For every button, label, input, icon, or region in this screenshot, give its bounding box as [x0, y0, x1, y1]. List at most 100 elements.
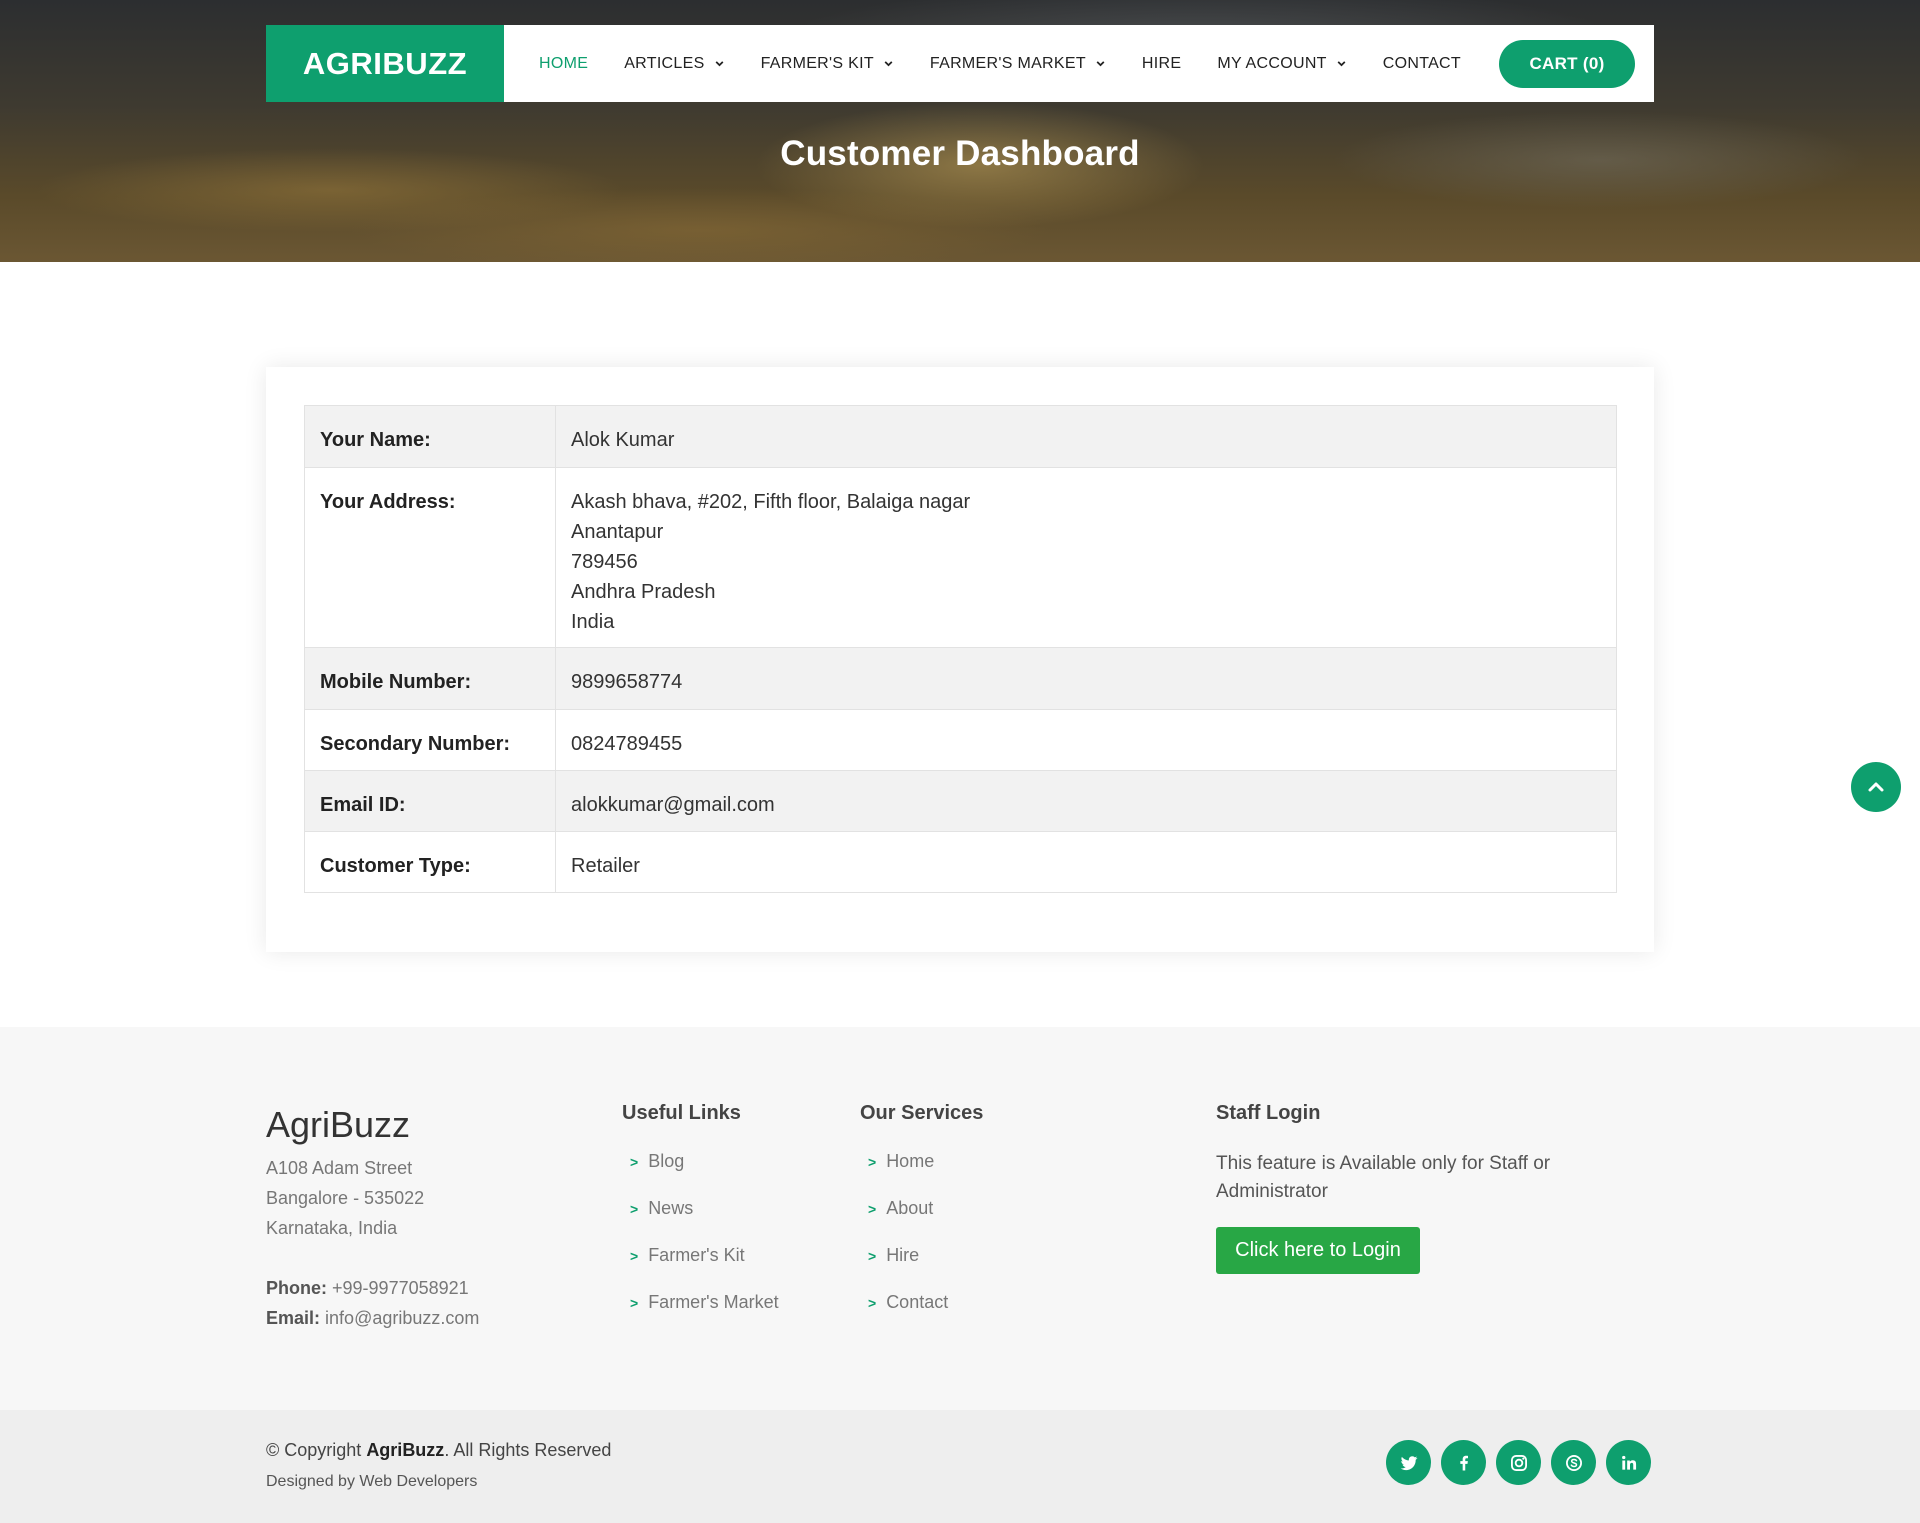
facebook-icon	[1459, 1455, 1468, 1470]
table-row: Customer Type: Retailer	[304, 831, 1617, 893]
footer-address: A108 Adam Street Bangalore - 535022 Karn…	[266, 1153, 424, 1243]
footer-link-label: Home	[886, 1151, 935, 1171]
address-line: 789456	[571, 551, 638, 573]
nav-item-farmers-kit[interactable]: FARMER'S KIT	[743, 25, 912, 102]
useful-links-title: Useful Links	[622, 1102, 741, 1124]
bottom-bar: © Copyright AgriBuzz. All Rights Reserve…	[0, 1410, 1920, 1523]
table-row: Your Address: Akash bhava, #202, Fifth f…	[304, 467, 1617, 648]
row-label: Your Name:	[320, 429, 431, 451]
nav-item-hire[interactable]: HIRE	[1124, 25, 1199, 102]
row-label: Email ID:	[320, 794, 406, 816]
footer-service-about[interactable]: > About	[860, 1185, 948, 1232]
logo[interactable]: AGRIBUZZ	[266, 25, 504, 102]
nav-item-label: CONTACT	[1382, 54, 1461, 72]
chevron-up-icon	[1868, 782, 1884, 792]
instagram-button[interactable]	[1496, 1440, 1541, 1485]
chevron-right-icon: >	[630, 1153, 639, 1170]
email-value: alokkumar@gmail.com	[571, 794, 775, 816]
copyright-prefix: © Copyright	[266, 1440, 367, 1460]
footer-phone: Phone: +99-9977058921	[266, 1273, 479, 1303]
footer-link-label: Hire	[886, 1245, 920, 1265]
facebook-button[interactable]	[1441, 1440, 1486, 1485]
linkedin-button[interactable]	[1606, 1440, 1651, 1485]
table-row: Secondary Number: 0824789455	[304, 709, 1617, 771]
email-value: info@agribuzz.com	[325, 1308, 480, 1328]
footer-link-farmers-kit[interactable]: > Farmer's Kit	[622, 1232, 779, 1279]
nav-item-label: FARMER'S KIT	[760, 54, 874, 72]
nav-item-contact[interactable]: CONTACT	[1365, 25, 1479, 102]
mobile-number-value: 9899658774	[571, 671, 683, 693]
footer-service-home[interactable]: > Home	[860, 1138, 948, 1185]
footer-brand: AgriBuzz	[266, 1104, 411, 1145]
nav-item-articles[interactable]: ARTICLES	[606, 25, 742, 102]
footer-link-blog[interactable]: > Blog	[622, 1138, 779, 1185]
row-label: Customer Type:	[320, 855, 471, 877]
footer-contact: Phone: +99-9977058921 Email: info@agribu…	[266, 1273, 479, 1333]
phone-label: Phone:	[266, 1278, 327, 1298]
row-label: Secondary Number:	[320, 733, 511, 755]
footer-link-label: News	[648, 1198, 694, 1218]
row-label: Mobile Number:	[320, 671, 472, 693]
address-line: Karnataka, India	[266, 1218, 398, 1238]
footer: AgriBuzz A108 Adam Street Bangalore - 53…	[0, 1027, 1920, 1410]
nav-item-home[interactable]: HOME	[521, 25, 606, 102]
navbar: AGRIBUZZ HOME ARTICLES FARMER'S KIT FARM…	[266, 25, 1654, 102]
footer-service-hire[interactable]: > Hire	[860, 1232, 948, 1279]
chevron-right-icon: >	[868, 1294, 877, 1311]
copyright: © Copyright AgriBuzz. All Rights Reserve…	[266, 1440, 611, 1461]
our-services-title: Our Services	[860, 1102, 984, 1124]
footer-service-contact[interactable]: > Contact	[860, 1279, 948, 1326]
email-label: Email:	[266, 1308, 321, 1328]
page-title: Customer Dashboard	[780, 134, 1140, 173]
footer-email: Email: info@agribuzz.com	[266, 1303, 479, 1333]
chevron-down-icon	[715, 61, 723, 67]
address-line: Anantapur	[571, 521, 664, 543]
nav-menu: HOME ARTICLES FARMER'S KIT FARMER'S MARK…	[521, 25, 1635, 102]
services-list: > Home > About > Hire > Contact	[860, 1138, 948, 1326]
phone-value: +99-9977058921	[332, 1278, 469, 1298]
chevron-right-icon: >	[630, 1294, 639, 1311]
nav-item-my-account[interactable]: MY ACCOUNT	[1199, 25, 1364, 102]
nav-item-label: HOME	[539, 54, 589, 72]
cart-button[interactable]: CART (0)	[1499, 39, 1635, 88]
table-row: Your Name: Alok Kumar	[304, 405, 1617, 468]
customer-name-value: Alok Kumar	[571, 429, 675, 451]
social-links	[1386, 1440, 1661, 1485]
nav-item-farmers-market[interactable]: FARMER'S MARKET	[912, 25, 1124, 102]
nav-item-label: ARTICLES	[624, 54, 705, 72]
chevron-right-icon: >	[630, 1200, 639, 1217]
logo-text: AGRIBUZZ	[302, 45, 468, 81]
footer-link-news[interactable]: > News	[622, 1185, 779, 1232]
skype-button[interactable]	[1551, 1440, 1596, 1485]
chevron-down-icon	[1096, 61, 1105, 67]
customer-type-value: Retailer	[571, 855, 640, 877]
chevron-down-icon	[884, 61, 893, 67]
customer-address-value: Akash bhava, #202, Fifth floor, Balaiga …	[571, 468, 1601, 637]
customer-info-card: Your Name: Alok Kumar Your Address: Akas…	[266, 367, 1654, 952]
scroll-to-top-button[interactable]	[1851, 762, 1901, 812]
twitter-icon	[1400, 1455, 1417, 1470]
chevron-right-icon: >	[868, 1153, 877, 1170]
address-line: Akash bhava, #202, Fifth floor, Balaiga …	[571, 491, 971, 513]
chevron-right-icon: >	[868, 1247, 877, 1264]
footer-link-label: About	[886, 1198, 934, 1218]
address-line: India	[571, 611, 615, 633]
useful-links-list: > Blog > News > Farmer's Kit > Farmer's Mark…	[622, 1138, 779, 1326]
twitter-button[interactable]	[1386, 1440, 1431, 1485]
nav-item-label: HIRE	[1141, 54, 1182, 72]
customer-info-table: Your Name: Alok Kumar Your Address: Akas…	[304, 405, 1617, 893]
address-line: A108 Adam Street	[266, 1158, 413, 1178]
chevron-right-icon: >	[868, 1200, 877, 1217]
skype-icon	[1565, 1454, 1582, 1471]
nav-item-label: MY ACCOUNT	[1217, 54, 1327, 72]
linkedin-icon	[1621, 1455, 1636, 1470]
secondary-number-value: 0824789455	[571, 733, 683, 755]
table-row: Email ID: alokkumar@gmail.com	[304, 770, 1617, 832]
table-row: Mobile Number: 9899658774	[304, 647, 1617, 710]
staff-login-button[interactable]: Click here to Login	[1216, 1227, 1420, 1274]
footer-link-label: Blog	[648, 1151, 685, 1171]
staff-login-text: This feature is Available only for Staff…	[1216, 1153, 1551, 1202]
footer-link-farmers-market[interactable]: > Farmer's Market	[622, 1279, 779, 1326]
row-label: Your Address:	[320, 491, 456, 513]
chevron-right-icon: >	[630, 1247, 639, 1264]
